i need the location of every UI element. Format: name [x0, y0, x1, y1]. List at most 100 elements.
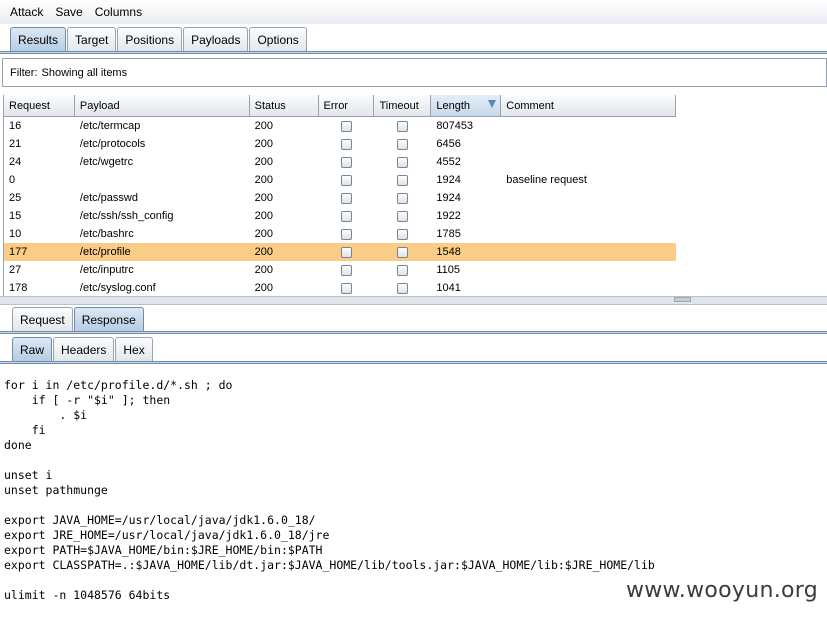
cell-comment [501, 243, 676, 261]
timeout-checkbox[interactable] [397, 228, 409, 240]
code-line: export PATH=$JAVA_HOME/bin:$JRE_HOME/bin… [4, 543, 323, 557]
error-checkbox[interactable] [340, 192, 352, 204]
table-row[interactable]: 0 200 1924 baseline request [4, 171, 676, 189]
cell-request: 10 [9, 228, 22, 240]
error-checkbox-cell [319, 261, 375, 279]
cell-comment: baseline request [506, 174, 587, 186]
error-checkbox[interactable] [340, 120, 352, 132]
col-status[interactable]: Status [249, 95, 319, 117]
cell-length: 1785 [436, 228, 461, 240]
code-line: export CLASSPATH=.:$JAVA_HOME/lib/dt.jar… [4, 558, 655, 572]
table-row[interactable]: 178/etc/syslog.conf 200 1041 [4, 279, 676, 296]
cell-request: 15 [9, 210, 22, 222]
code-line: . $i [4, 408, 88, 422]
error-checkbox-cell [319, 135, 375, 153]
menu-save[interactable]: Save [49, 5, 88, 19]
timeout-checkbox-cell [374, 189, 431, 207]
col-request[interactable]: Request [4, 95, 75, 117]
table-body: 16/etc/termcap 200 807453 21/etc/protocols 2… [4, 117, 676, 296]
timeout-checkbox-cell [374, 243, 431, 261]
error-checkbox[interactable] [340, 246, 352, 258]
table-row[interactable]: 177/etc/profile 200 1548 [4, 243, 676, 261]
code-line: ​ [4, 498, 655, 513]
cell-status: 200 [254, 228, 273, 240]
tab-request[interactable]: Request [12, 307, 73, 331]
cell-payload: /etc/syslog.conf [79, 282, 156, 294]
filter-label: Filter: [10, 66, 38, 79]
col-comment[interactable]: Comment [501, 95, 676, 117]
table-row[interactable]: 21/etc/protocols 200 6456 [4, 135, 676, 153]
cell-comment [501, 189, 676, 207]
error-checkbox[interactable] [340, 264, 352, 276]
code-line: ​ [4, 573, 655, 588]
cell-length: 1041 [436, 282, 461, 294]
timeout-checkbox[interactable] [397, 282, 409, 294]
timeout-checkbox[interactable] [397, 192, 409, 204]
table-row[interactable]: 25/etc/passwd 200 1924 [4, 189, 676, 207]
cell-payload: /etc/protocols [79, 138, 146, 150]
cell-comment [501, 207, 676, 225]
menu-attack[interactable]: Attack [4, 5, 49, 19]
timeout-checkbox[interactable] [397, 264, 409, 276]
tab-response[interactable]: Response [73, 307, 144, 331]
col-error[interactable]: Error [318, 95, 375, 117]
error-checkbox[interactable] [340, 228, 352, 240]
table-row[interactable]: 16/etc/termcap 200 807453 [4, 117, 676, 135]
error-checkbox[interactable] [340, 138, 352, 150]
table-row[interactable]: 27/etc/inputrc 200 1105 [4, 261, 676, 279]
cell-length: 1105 [436, 264, 460, 276]
timeout-checkbox[interactable] [397, 138, 409, 150]
col-payload[interactable]: Payload [74, 95, 250, 117]
timeout-checkbox-cell [374, 261, 431, 279]
tab-target[interactable]: Target [67, 27, 117, 51]
table-row[interactable]: 10/etc/bashrc 200 1785 [4, 225, 676, 243]
timeout-checkbox-cell [374, 207, 431, 225]
cell-payload: /etc/wgetrc [79, 156, 134, 168]
cell-length: 4552 [436, 156, 461, 168]
error-checkbox-cell [319, 189, 375, 207]
table-row[interactable]: 24/etc/wgetrc 200 4552 [4, 153, 676, 171]
tab-headers[interactable]: Headers [53, 337, 115, 361]
timeout-checkbox[interactable] [397, 246, 409, 258]
tab-positions[interactable]: Positions [117, 27, 183, 51]
error-checkbox[interactable] [340, 282, 352, 294]
view-tabs-underline [0, 361, 827, 364]
error-checkbox[interactable] [340, 174, 352, 186]
response-body[interactable]: for i in /etc/profile.d/*.sh ; do if [ -… [4, 378, 655, 603]
cell-request: 27 [9, 264, 22, 276]
timeout-checkbox[interactable] [397, 156, 409, 168]
tab-hex[interactable]: Hex [115, 337, 153, 361]
col-length[interactable]: Length [431, 95, 502, 117]
error-checkbox-cell [319, 153, 375, 171]
cell-request: 24 [9, 156, 22, 168]
cell-status: 200 [254, 120, 273, 132]
error-checkbox[interactable] [340, 156, 352, 168]
timeout-checkbox[interactable] [397, 120, 409, 132]
tab-raw[interactable]: Raw [12, 337, 53, 361]
split-divider[interactable] [0, 296, 827, 305]
code-line: unset i [4, 468, 53, 482]
scrollbar-grip[interactable] [674, 297, 691, 302]
tab-payloads[interactable]: Payloads [183, 27, 249, 51]
code-line: fi [4, 423, 46, 437]
tab-results[interactable]: Results [10, 27, 67, 51]
table-row[interactable]: 15/etc/ssh/ssh_config 200 1922 [4, 207, 676, 225]
cell-payload: /etc/ssh/ssh_config [79, 210, 174, 222]
cell-request: 21 [9, 138, 22, 150]
menu-columns[interactable]: Columns [89, 5, 148, 19]
detail-tabs-underline [0, 331, 827, 334]
tab-options[interactable]: Options [249, 27, 307, 51]
timeout-checkbox[interactable] [397, 210, 409, 222]
main-tabs: Results Target Positions Payloads Option… [10, 27, 308, 51]
error-checkbox[interactable] [340, 210, 352, 222]
watermark: www.wooyun.org [625, 578, 818, 603]
timeout-checkbox[interactable] [397, 174, 409, 186]
error-checkbox-cell [319, 117, 375, 135]
view-tabs: Raw Headers Hex [12, 337, 154, 361]
sort-descending-icon [488, 100, 497, 108]
cell-payload [75, 171, 250, 189]
table-header: Request Payload Status Error Timeout Len… [4, 95, 676, 117]
col-timeout[interactable]: Timeout [374, 95, 432, 117]
cell-comment [501, 279, 676, 296]
filter-bar[interactable]: Filter: Showing all items [2, 58, 827, 87]
